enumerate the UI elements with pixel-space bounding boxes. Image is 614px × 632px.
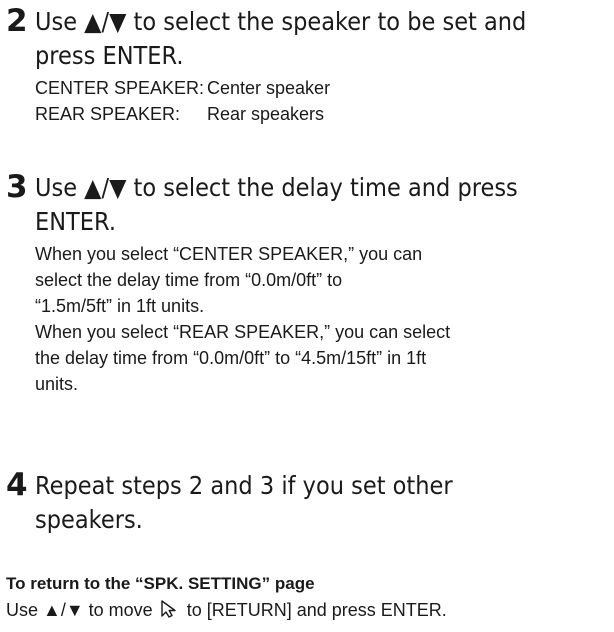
body-line: the delay time from “0.0m/0ft” to “4.5m/… (35, 348, 427, 368)
return-text-after: to [RETURN] and press ENTER. (186, 600, 447, 620)
step-number: 4 (6, 467, 28, 503)
body-line: When you select “CENTER SPEAKER,” you ca… (35, 244, 423, 264)
return-section-title: To return to the “SPK. SETTING” page (6, 574, 315, 593)
speaker-desc: Center speaker (207, 78, 331, 98)
step-title-line: ENTER. (35, 207, 116, 236)
step-title: Repeat steps 2 and 3 if you set other sp… (35, 469, 554, 537)
step-number: 3 (6, 169, 28, 205)
step-body: When you select “CENTER SPEAKER,” you ca… (35, 241, 614, 397)
speaker-row-center: CENTER SPEAKER: Center speaker (35, 75, 614, 101)
manual-page: 2 Use ▲/▼ to select the speaker to be se… (0, 0, 614, 632)
step-2: 2 Use ▲/▼ to select the speaker to be se… (6, 4, 612, 127)
step-title-line: press ENTER. (35, 41, 184, 70)
step-number: 2 (6, 3, 28, 39)
step-title-line: Repeat steps 2 and 3 if you set other (35, 471, 453, 500)
step-title: Use ▲/▼ to select the delay time and pre… (35, 171, 554, 239)
step-title-line: Use ▲/▼ to select the delay time and pre… (35, 173, 518, 202)
step-title-line: Use ▲/▼ to select the speaker to be set … (35, 7, 527, 36)
body-line: units. (35, 374, 79, 394)
speaker-name: REAR SPEAKER: (35, 104, 181, 124)
body-line: select the delay time from “0.0m/0ft” to (35, 270, 343, 290)
speaker-row-rear: REAR SPEAKER: Rear speakers (35, 101, 614, 127)
step-4: 4 Repeat steps 2 and 3 if you set other … (6, 468, 612, 537)
step-3: 3 Use ▲/▼ to select the delay time and p… (6, 170, 612, 397)
body-line: When you select “REAR SPEAKER,” you can … (35, 322, 451, 342)
return-section-text: Use ▲/▼ to move to [RETURN] and press EN… (6, 597, 447, 626)
speaker-desc: Rear speakers (207, 104, 325, 124)
body-line: “1.5m/5ft” in 1ft units. (35, 296, 205, 316)
speaker-name: CENTER SPEAKER: (35, 78, 205, 98)
step-title: Use ▲/▼ to select the speaker to be set … (35, 5, 554, 73)
return-text-before: Use ▲/▼ to move (6, 600, 153, 620)
step-title-line: speakers. (35, 505, 143, 534)
speaker-list: CENTER SPEAKER: Center speaker REAR SPEA… (35, 75, 614, 127)
cursor-arrow-icon (160, 599, 180, 626)
